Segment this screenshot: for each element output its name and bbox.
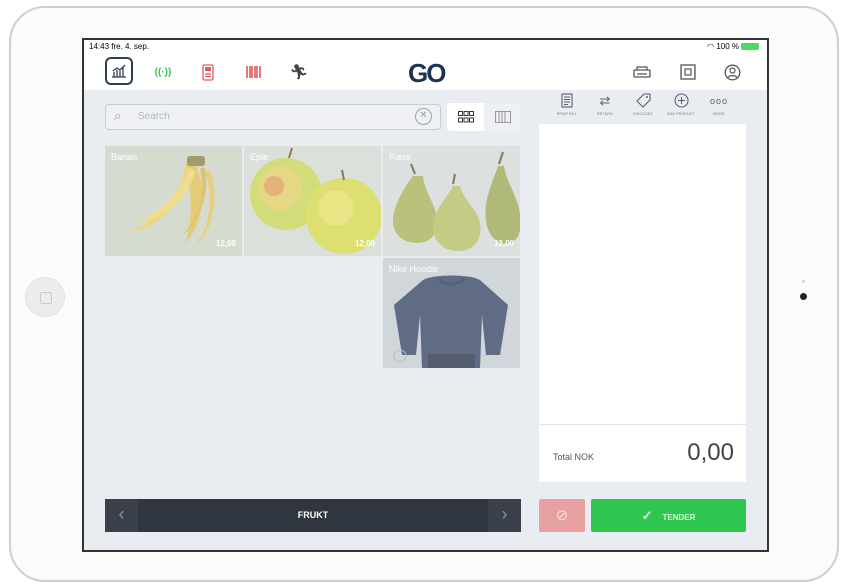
product-name: Banan	[111, 152, 138, 162]
tile-overlay	[383, 258, 520, 368]
search-input[interactable]: Search	[138, 111, 170, 122]
cash-drawer-icon[interactable]	[676, 60, 700, 84]
cart-panel: PRINT BILL ⇄ RETURN DISCOUNT ADD PRODUCT…	[539, 90, 746, 550]
product-price: 12,00	[354, 239, 375, 248]
chevron-right-icon[interactable]: ›	[488, 499, 521, 532]
battery-percent: 100 %	[716, 42, 739, 51]
category-name: FRUKT	[297, 510, 329, 520]
battery-icon	[741, 43, 759, 51]
printer-icon[interactable]	[630, 60, 654, 84]
list-view-icon[interactable]	[484, 103, 521, 131]
product-name: Pære	[389, 152, 412, 162]
discount-label: DISCOUNT	[633, 112, 653, 116]
return-button[interactable]: ⇄ RETURN	[585, 93, 625, 116]
discount-button[interactable]: DISCOUNT	[623, 93, 663, 116]
clear-search-icon[interactable]: ✕	[415, 108, 432, 125]
camera	[800, 293, 807, 300]
return-icon: ⇄	[599, 93, 611, 108]
add-product-label: ADD PRODUCT	[667, 112, 695, 116]
return-label: RETURN	[597, 112, 613, 116]
product-tile-paere[interactable]: Pære 12,00	[383, 146, 520, 256]
more-icon: ooo	[709, 96, 729, 106]
receipt-icon	[547, 93, 587, 109]
more-button[interactable]: ooo MORE	[699, 93, 739, 116]
status-bar: 14:43 fre. 4. sep. ◠ 100 %	[84, 40, 767, 54]
tender-label: TENDER	[662, 513, 696, 522]
print-bill-label: PRINT BILL	[556, 112, 578, 116]
product-name: Eple	[250, 152, 269, 162]
total-divider	[539, 424, 746, 425]
home-button[interactable]	[25, 277, 65, 317]
tender-button[interactable]: ✓ TENDER	[591, 499, 746, 532]
cancel-icon: ⊘	[555, 507, 569, 524]
cancel-button[interactable]: ⊘	[539, 499, 585, 532]
battery-indicator: ◠ 100 %	[707, 42, 759, 51]
user-icon[interactable]	[720, 60, 744, 84]
grid-view-icon[interactable]	[447, 103, 484, 131]
search-icon: ⌕	[114, 108, 122, 123]
go-logo: GO	[408, 58, 446, 88]
product-price: 12,00	[215, 239, 236, 248]
product-tile-banan[interactable]: Banan 12,00	[105, 146, 242, 256]
product-tile-eple[interactable]: Eple 12,00	[244, 146, 381, 256]
view-toggle	[447, 103, 521, 131]
total-label: Total NOK	[553, 452, 595, 462]
cart-list: Total NOK 0,00	[539, 124, 746, 482]
wireless-icon[interactable]: ((·))	[151, 60, 175, 84]
print-bill-button[interactable]: PRINT BILL	[547, 93, 587, 116]
tag-icon	[623, 93, 663, 109]
check-icon: ✓	[641, 508, 653, 523]
add-product-button[interactable]: ADD PRODUCT	[661, 93, 701, 116]
plus-icon	[661, 93, 701, 109]
runner-icon[interactable]: 🏃︎	[287, 60, 311, 84]
cart-actions: PRINT BILL ⇄ RETURN DISCOUNT ADD PRODUCT…	[539, 90, 746, 124]
barcode-icon[interactable]	[242, 60, 266, 84]
screen: 14:43 fre. 4. sep. ◠ 100 % ((·)) 🏃︎ GO ⌕…	[82, 38, 769, 552]
wifi-icon: ◠	[707, 42, 715, 51]
product-tile-nike-hoodie[interactable]: Nike Hoodie	[383, 258, 520, 368]
stats-icon[interactable]	[105, 57, 133, 85]
category-bar: FRUKT ‹ ›	[105, 499, 521, 532]
search-field[interactable]: ⌕ Search ✕	[105, 104, 441, 130]
status-time: 14:43 fre. 4. sep.	[89, 42, 150, 51]
terminal-icon[interactable]	[196, 60, 220, 84]
product-panel: ⌕ Search ✕ Banan 12,00 Eple 12,00 Pære 1…	[84, 90, 539, 550]
more-label: MORE	[713, 112, 725, 116]
top-bar: ((·)) 🏃︎ GO	[84, 54, 767, 90]
sensor	[802, 280, 805, 283]
product-name: Nike Hoodie	[389, 264, 439, 274]
product-price: 12,00	[493, 239, 514, 248]
chevron-left-icon[interactable]: ‹	[105, 499, 138, 532]
total-value: 0,00	[687, 439, 734, 466]
